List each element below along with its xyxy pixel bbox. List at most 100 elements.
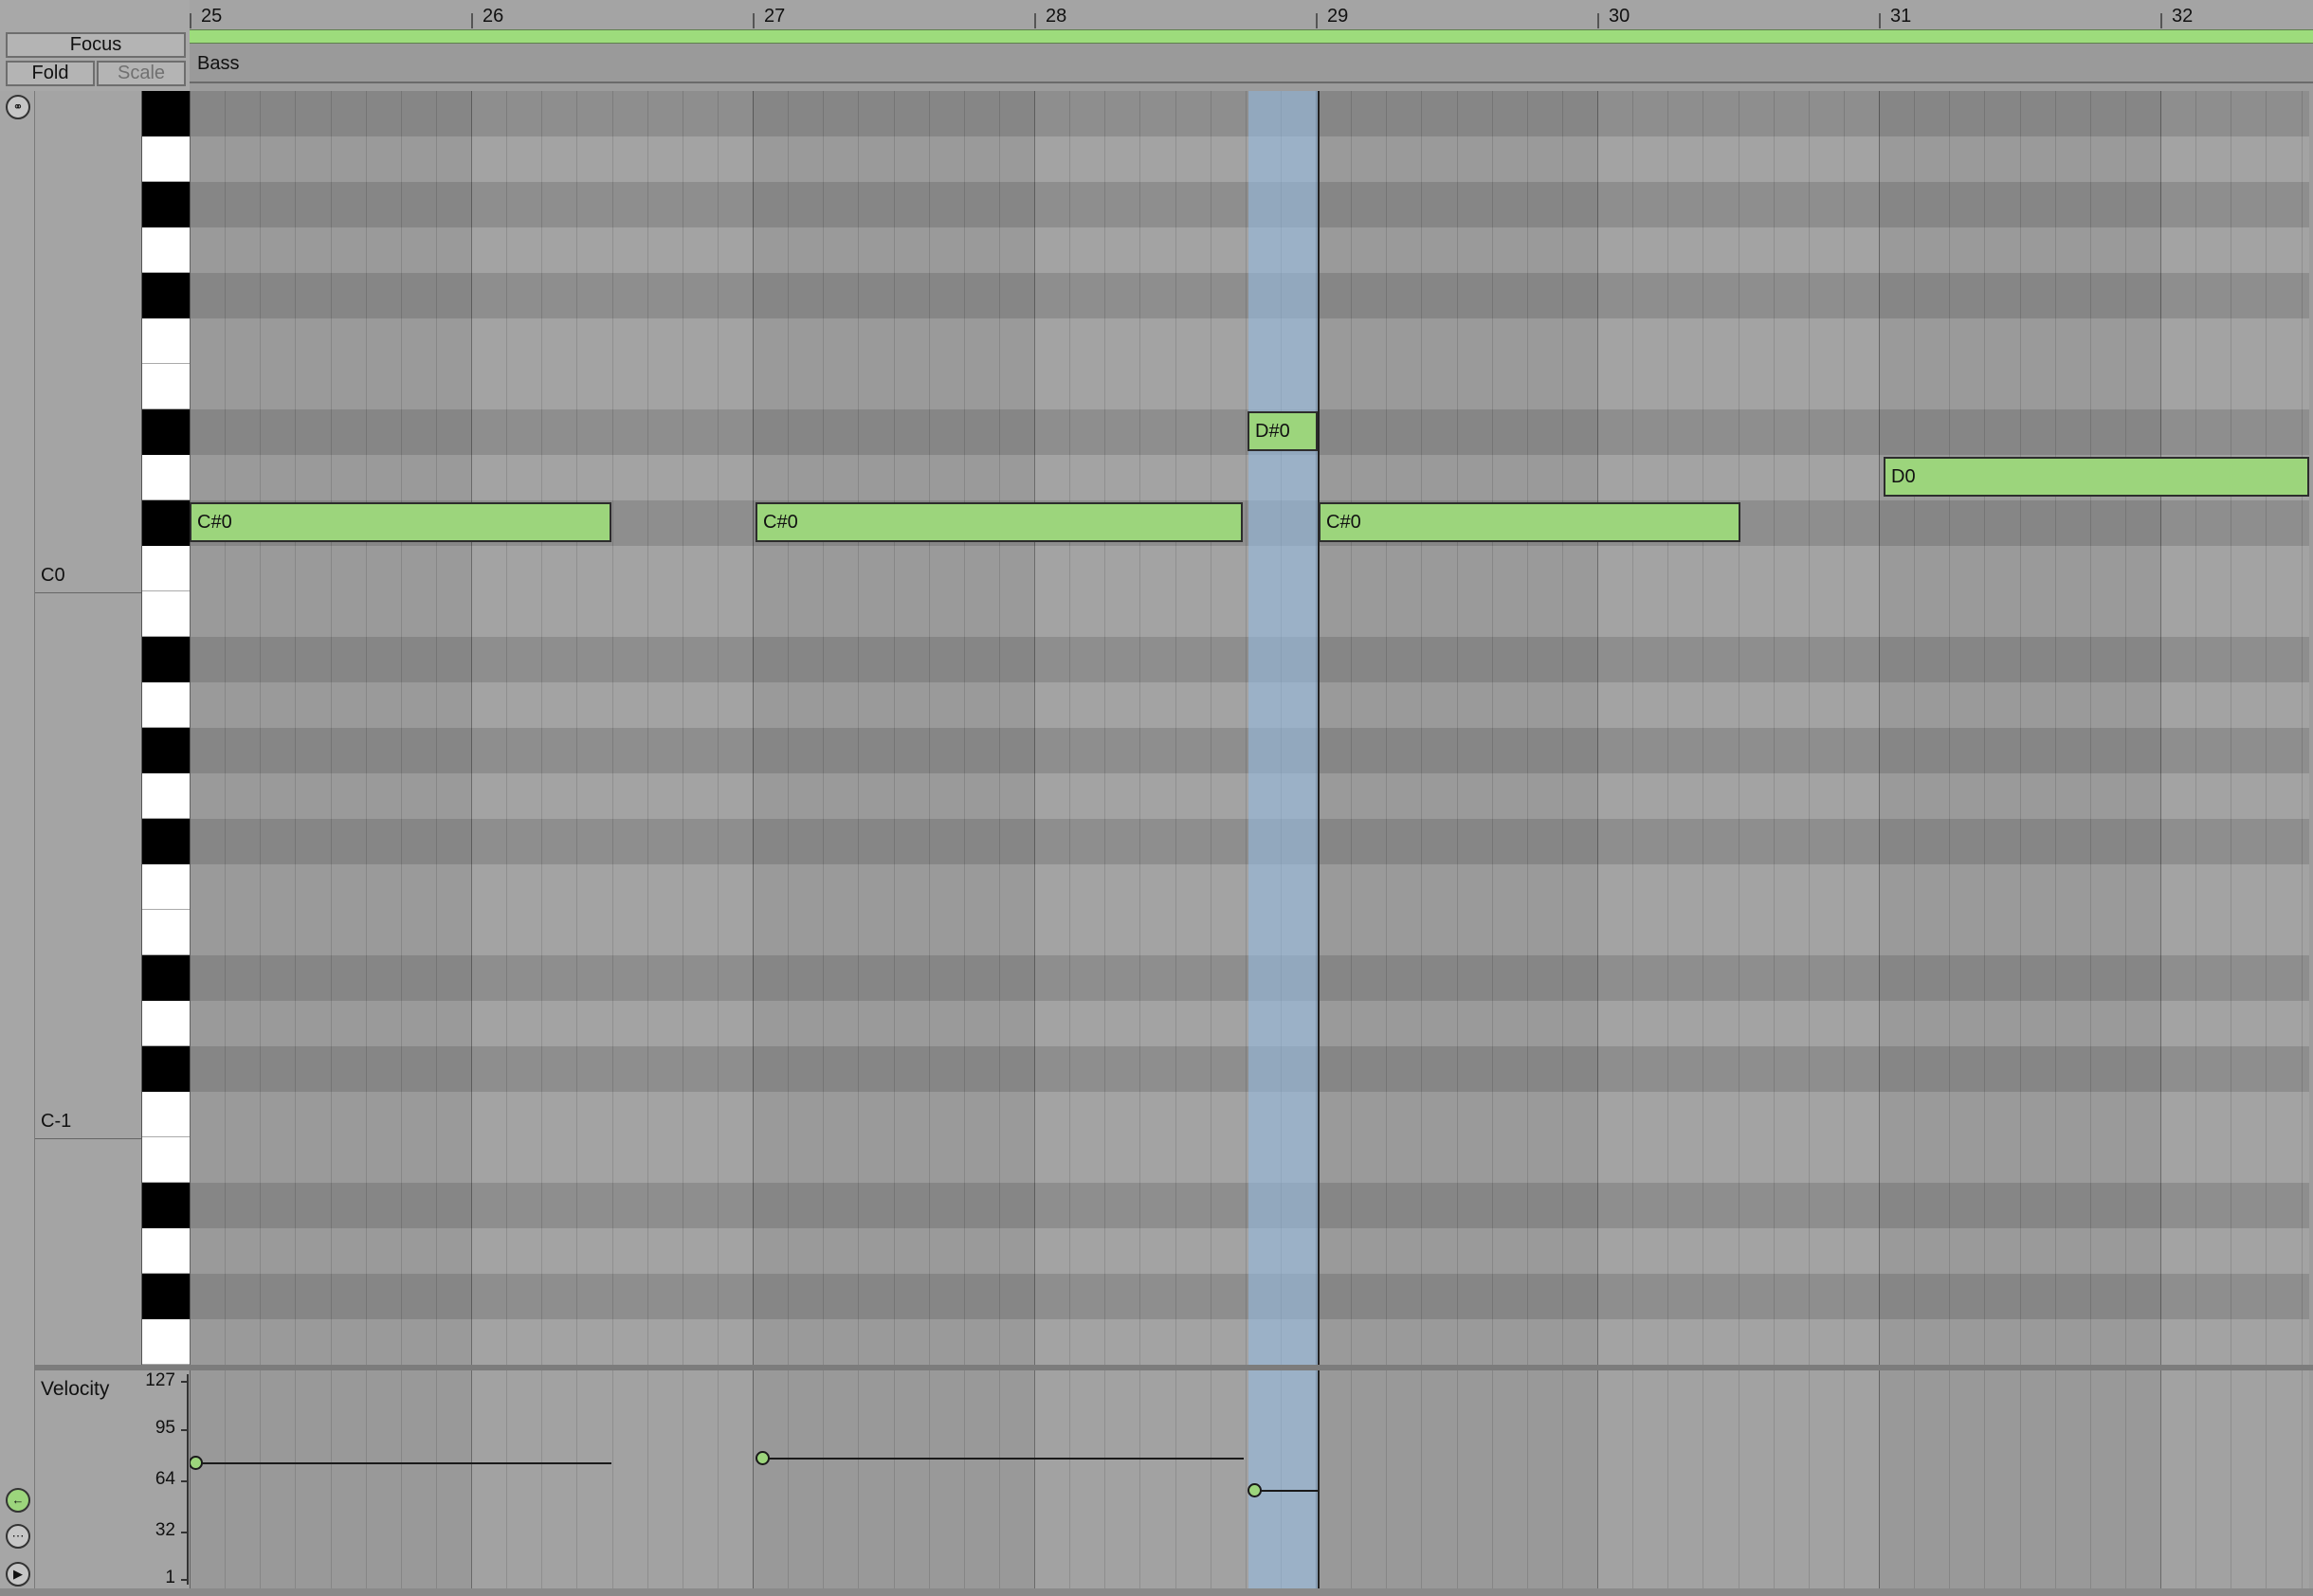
beat-line — [1667, 91, 1668, 1365]
black-key[interactable] — [142, 1046, 190, 1092]
bar-line — [2160, 1370, 2161, 1588]
beat-line — [1914, 1370, 1915, 1588]
black-key[interactable] — [142, 273, 190, 318]
white-key[interactable] — [142, 546, 190, 591]
beat-line — [366, 1370, 367, 1588]
beat-line — [1069, 1370, 1070, 1588]
beat-line — [929, 91, 930, 1365]
white-key[interactable] — [142, 1137, 190, 1183]
white-key[interactable] — [142, 364, 190, 409]
beat-line — [1809, 1370, 1810, 1588]
octave-label-column: C0 C-1 — [35, 91, 141, 1365]
bar-line — [1034, 91, 1035, 1365]
beat-line — [1984, 91, 1985, 1365]
playhead[interactable] — [1318, 91, 1320, 1365]
beat-line — [225, 1370, 226, 1588]
bar-line — [190, 1370, 191, 1588]
midi-note[interactable]: C#0 — [756, 502, 1243, 542]
beat-line — [858, 91, 859, 1365]
beat-line — [1104, 91, 1105, 1365]
white-key[interactable] — [142, 1228, 190, 1274]
note-editor-grid[interactable]: C#0 C#0 D#0 C#0 D0 — [190, 91, 2309, 1365]
piano-keyboard[interactable] — [141, 91, 190, 1365]
bar-tick — [1316, 13, 1318, 28]
velocity-handle[interactable] — [756, 1451, 770, 1465]
white-key[interactable] — [142, 773, 190, 819]
white-key[interactable] — [142, 910, 190, 955]
white-key[interactable] — [142, 318, 190, 364]
velocity-tick-label: 95 — [155, 1418, 175, 1438]
white-key[interactable] — [142, 864, 190, 910]
beat-line — [788, 1370, 789, 1588]
black-key[interactable] — [142, 637, 190, 682]
black-key[interactable] — [142, 955, 190, 1001]
black-key[interactable] — [142, 728, 190, 773]
beat-line — [1844, 1370, 1845, 1588]
focus-button[interactable]: Focus — [6, 32, 186, 58]
white-key[interactable] — [142, 1001, 190, 1046]
beat-line — [964, 1370, 965, 1588]
velocity-handle[interactable] — [1248, 1483, 1262, 1497]
black-key[interactable] — [142, 500, 190, 546]
headphones-icon[interactable]: ⚭ — [6, 95, 30, 119]
beat-line — [331, 91, 332, 1365]
beat-line — [1386, 91, 1387, 1365]
beat-line — [1139, 91, 1140, 1365]
fold-button[interactable]: Fold — [6, 61, 95, 86]
velocity-axis-line — [187, 1374, 189, 1585]
beat-line — [999, 1370, 1000, 1588]
velocity-tick — [181, 1429, 189, 1431]
black-key[interactable] — [142, 1183, 190, 1228]
time-selection — [1248, 91, 1318, 1365]
velocity-tick-label: 64 — [155, 1469, 175, 1489]
beat-line — [1351, 1370, 1352, 1588]
beat-line — [1492, 91, 1493, 1365]
bar-line — [753, 91, 754, 1365]
white-key[interactable] — [142, 682, 190, 728]
beat-line — [823, 91, 824, 1365]
black-key[interactable] — [142, 819, 190, 864]
midi-note[interactable]: C#0 — [1319, 502, 1740, 542]
black-key[interactable] — [142, 1274, 190, 1319]
white-key[interactable] — [142, 227, 190, 273]
bar-tick — [1597, 13, 1599, 28]
white-key[interactable] — [142, 1092, 190, 1137]
beat-line — [1386, 1370, 1387, 1588]
loop-brace[interactable] — [190, 29, 2313, 44]
bar-line — [1597, 91, 1598, 1365]
white-key[interactable] — [142, 1319, 190, 1365]
black-key[interactable] — [142, 182, 190, 227]
beat-line — [1246, 91, 1247, 1365]
midi-note[interactable]: C#0 — [190, 502, 611, 542]
beat-line — [1104, 1370, 1105, 1588]
beat-line — [1562, 1370, 1563, 1588]
velocity-axis: Velocity 127 95 64 32 1 — [35, 1370, 189, 1588]
beat-line — [401, 1370, 402, 1588]
velocity-lane-icon[interactable]: ← — [6, 1488, 30, 1513]
velocity-editor[interactable] — [190, 1370, 2309, 1588]
beat-line — [2302, 91, 2303, 1365]
white-key[interactable] — [142, 591, 190, 637]
velocity-stem — [762, 1458, 1244, 1460]
octave-divider — [35, 1138, 141, 1139]
velocity-tick-label: 127 — [145, 1370, 175, 1390]
chance-lane-icon[interactable]: ⋯ — [6, 1524, 30, 1549]
beat-line — [401, 91, 402, 1365]
beat-line — [2055, 91, 2056, 1365]
velocity-time-selection — [1248, 1370, 1318, 1588]
beat-line — [647, 1370, 648, 1588]
beat-line — [2090, 91, 2091, 1365]
white-key[interactable] — [142, 455, 190, 500]
scale-button[interactable]: Scale — [97, 61, 186, 86]
side-button-column: ⚭ ← ⋯ ▶ — [0, 91, 35, 1596]
black-key[interactable] — [142, 91, 190, 136]
white-key[interactable] — [142, 136, 190, 182]
beat-line — [718, 1370, 719, 1588]
beat-line — [964, 91, 965, 1365]
black-key[interactable] — [142, 409, 190, 455]
midi-note[interactable]: D0 — [1884, 457, 2309, 497]
beat-line — [1844, 91, 1845, 1365]
beat-line — [2020, 1370, 2021, 1588]
midi-note[interactable]: D#0 — [1248, 411, 1318, 451]
play-icon[interactable]: ▶ — [6, 1562, 30, 1587]
